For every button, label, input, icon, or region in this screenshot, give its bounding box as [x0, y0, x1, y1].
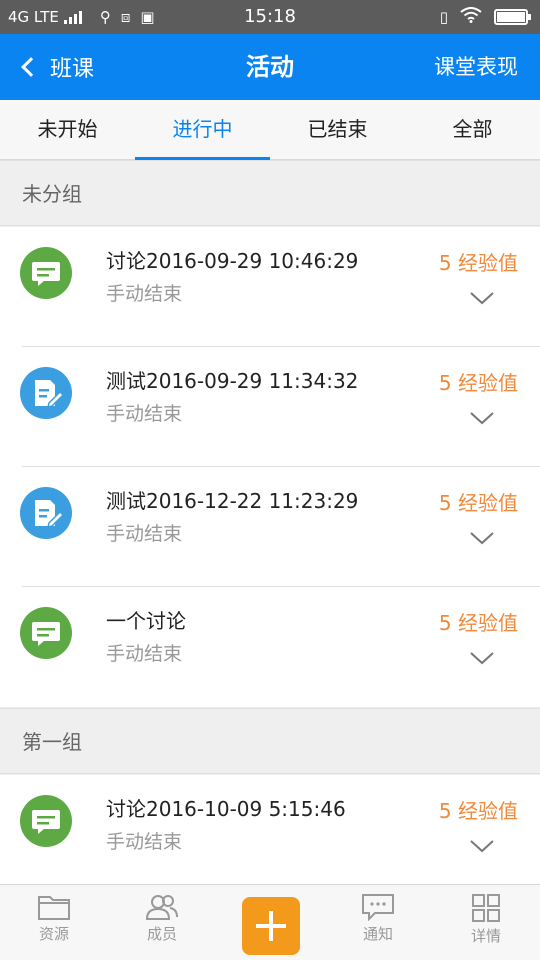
- nav-label: 资源: [38, 925, 69, 943]
- activity-points: 5 经验值: [438, 611, 518, 635]
- folder-icon: [38, 896, 70, 920]
- activity-status: 手动结束: [106, 523, 183, 545]
- chevron-down-icon[interactable]: [470, 287, 494, 311]
- activity-name: 测试2016-12-22 11:23:29: [106, 489, 359, 513]
- bottom-nav: 资源 成员 通知 详情: [0, 884, 540, 960]
- activity-item[interactable]: 测试2016-12-22 11:23:29 手动结束 5 经验值: [0, 467, 540, 587]
- chevron-down-icon[interactable]: [470, 407, 494, 431]
- activity-points: 5 经验值: [438, 491, 518, 515]
- activity-status: 手动结束: [106, 403, 183, 425]
- nav-notices[interactable]: 通知: [328, 885, 428, 960]
- activity-points: 5 经验值: [438, 799, 518, 823]
- activity-status: 手动结束: [106, 643, 183, 665]
- group-header: 第一组: [0, 708, 540, 774]
- activity-item[interactable]: 讨论2016-09-29 10:46:29 手动结束 5 经验值: [0, 227, 540, 347]
- edit-document-icon: [20, 367, 72, 419]
- nav-label: 通知: [362, 925, 393, 943]
- activity-points: 5 经验值: [438, 251, 518, 275]
- activity-status: 手动结束: [106, 283, 183, 305]
- nav-resources[interactable]: 资源: [4, 885, 104, 960]
- class-performance-button[interactable]: 课堂表现: [434, 34, 518, 100]
- tab-not-started[interactable]: 未开始: [0, 100, 135, 159]
- status-right: ▯: [439, 7, 531, 27]
- edit-document-icon: [20, 487, 72, 539]
- vibrate-icon: ▯: [439, 8, 448, 26]
- nav-members[interactable]: 成员: [112, 885, 212, 960]
- tab-ended[interactable]: 已结束: [270, 100, 405, 159]
- battery-icon: [494, 9, 531, 25]
- chat-bubble-icon: [20, 607, 72, 659]
- app-bar: 班课 活动 课堂表现: [0, 34, 540, 100]
- message-icon: [362, 894, 394, 921]
- activity-name: 讨论2016-09-29 10:46:29: [106, 249, 359, 273]
- tab-in-progress[interactable]: 进行中: [135, 100, 270, 160]
- chevron-down-icon[interactable]: [470, 527, 494, 551]
- nav-label: 成员: [146, 925, 177, 943]
- activity-name: 测试2016-09-29 11:34:32: [106, 369, 359, 393]
- activity-item[interactable]: 讨论2016-10-09 5:15:46 手动结束 5 经验值: [0, 775, 540, 884]
- tab-bar: 未开始 进行中 已结束 全部: [0, 100, 540, 160]
- activity-points: 5 经验值: [438, 371, 518, 395]
- group-header: 未分组: [0, 160, 540, 226]
- activity-name: 一个讨论: [106, 609, 186, 633]
- members-icon: [145, 895, 178, 920]
- grid-icon: [472, 894, 500, 922]
- chat-bubble-icon: [20, 795, 72, 847]
- activity-status: 手动结束: [106, 831, 183, 853]
- wifi-icon: [460, 7, 482, 27]
- status-bar: 4G LTE ⚲ ⧈ ▣ 15:18 ▯: [0, 0, 540, 34]
- tab-all[interactable]: 全部: [405, 100, 540, 159]
- activity-item[interactable]: 测试2016-09-29 11:34:32 手动结束 5 经验值: [0, 347, 540, 467]
- activity-name: 讨论2016-10-09 5:15:46: [106, 797, 346, 821]
- add-button[interactable]: [242, 897, 300, 955]
- nav-label: 详情: [470, 927, 501, 945]
- activity-item[interactable]: 一个讨论 手动结束 5 经验值: [0, 587, 540, 707]
- nav-details[interactable]: 详情: [436, 885, 536, 960]
- chevron-down-icon[interactable]: [470, 647, 494, 671]
- chat-bubble-icon: [20, 247, 72, 299]
- chevron-down-icon[interactable]: [470, 835, 494, 859]
